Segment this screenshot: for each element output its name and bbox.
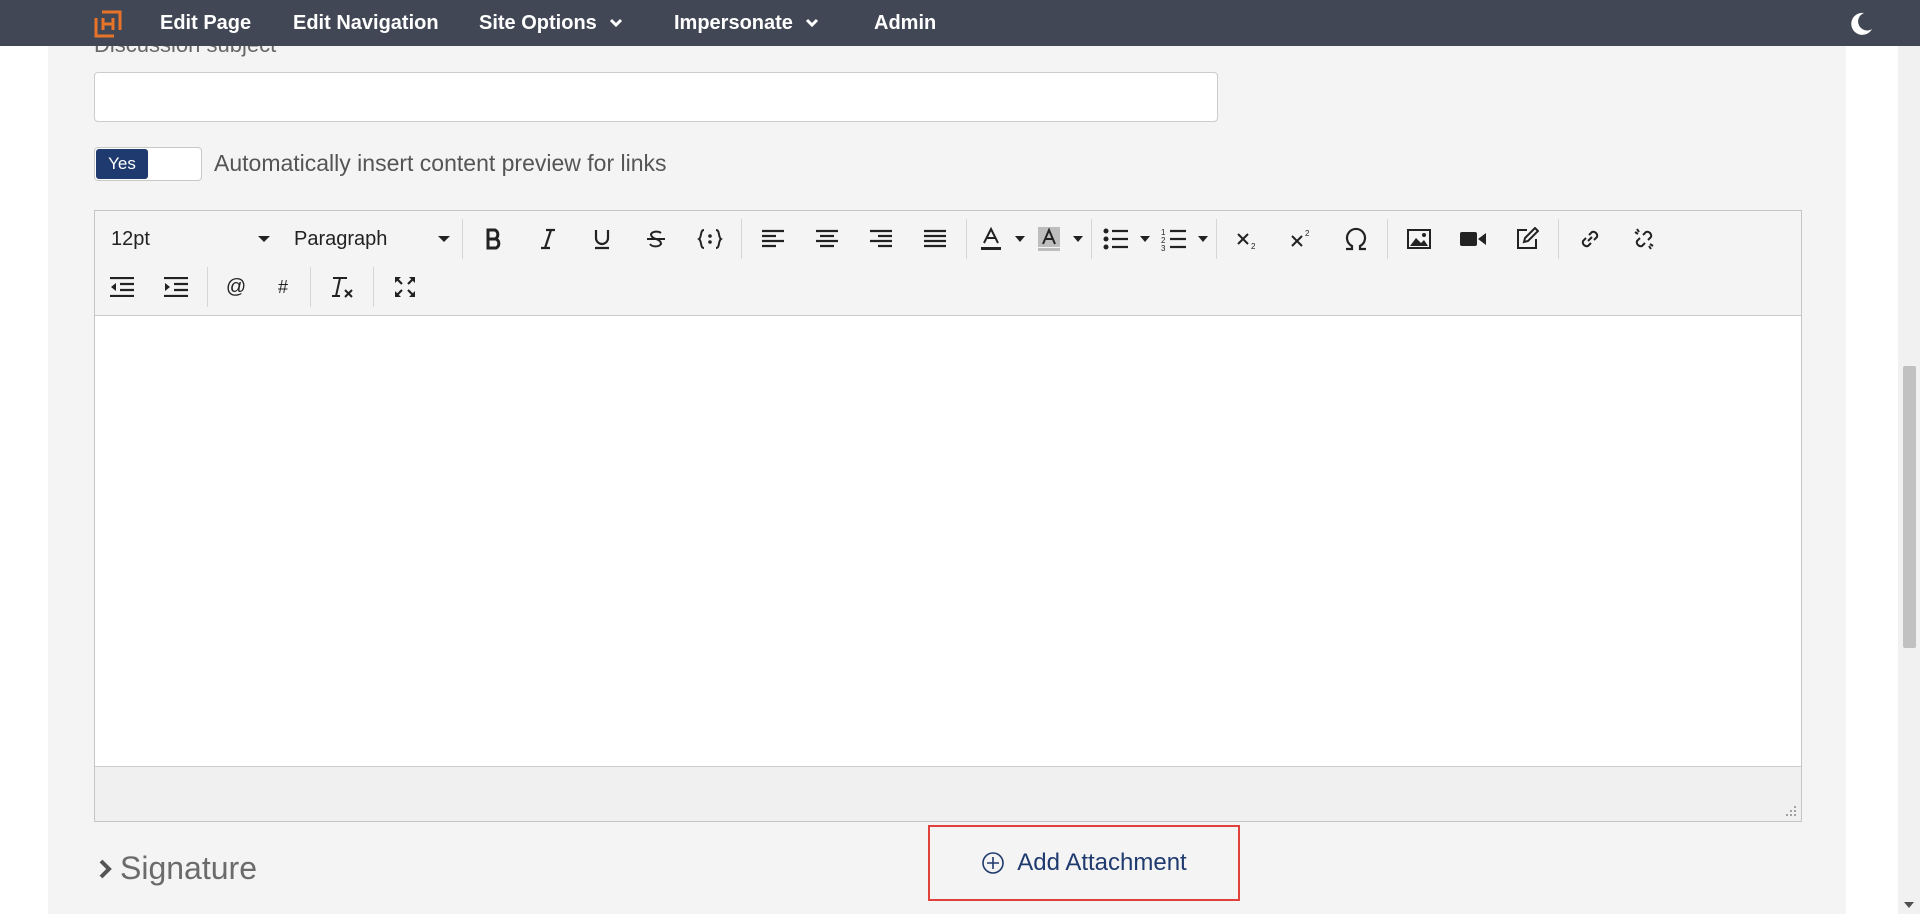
signature-label: Signature — [120, 850, 257, 886]
scroll-down-arrow-icon[interactable] — [1904, 902, 1914, 908]
toggle-label: Automatically insert content preview for… — [214, 150, 667, 176]
toolbar-separator — [1558, 219, 1559, 259]
unlink-icon[interactable] — [1617, 219, 1671, 259]
superscript-icon[interactable]: 2 — [1275, 219, 1329, 259]
align-center-icon[interactable] — [800, 219, 854, 259]
svg-text:2: 2 — [1251, 242, 1256, 250]
bullet-list-caret[interactable] — [1136, 219, 1154, 259]
caret-down-icon — [438, 236, 450, 242]
svg-text:3: 3 — [1161, 244, 1166, 251]
nav-edit-navigation[interactable]: Edit Navigation — [293, 0, 439, 46]
chevron-down-icon — [805, 18, 819, 28]
chevron-right-icon — [99, 859, 112, 878]
subscript-icon[interactable]: 2 — [1221, 219, 1275, 259]
code-icon[interactable] — [683, 219, 737, 259]
block-format-value: Paragraph — [294, 227, 388, 250]
toolbar-separator — [1091, 219, 1092, 259]
top-navbar: Edit Page Edit Navigation Site Options I… — [0, 0, 1920, 46]
nav-site-options[interactable]: Site Options — [479, 0, 623, 46]
text-color-icon[interactable] — [971, 219, 1011, 259]
editor-content-area[interactable] — [95, 316, 1801, 766]
toolbar-separator — [966, 219, 967, 259]
bullet-list-icon[interactable] — [1096, 219, 1136, 259]
indent-icon[interactable] — [149, 267, 203, 307]
toggle-yes: Yes — [96, 149, 148, 179]
toolbar-separator — [462, 219, 463, 259]
toolbar-separator — [207, 267, 208, 307]
nav-label: Edit Navigation — [293, 11, 439, 34]
strikethrough-icon[interactable] — [629, 219, 683, 259]
italic-icon[interactable] — [521, 219, 575, 259]
add-attachment-button[interactable]: Add Attachment — [981, 849, 1187, 877]
site-logo-icon[interactable] — [92, 8, 124, 40]
rich-text-editor: 12pt Paragraph 123 2 2 @ # — [94, 210, 1802, 822]
block-format-select[interactable]: Paragraph — [278, 219, 458, 259]
highlight-color-caret[interactable] — [1069, 219, 1087, 259]
underline-icon[interactable] — [575, 219, 629, 259]
chevron-down-icon — [609, 18, 623, 28]
numbered-list-icon[interactable]: 123 — [1154, 219, 1194, 259]
clear-format-icon[interactable] — [315, 267, 369, 307]
toolbar-separator — [1216, 219, 1217, 259]
editor-statusbar — [95, 766, 1801, 821]
dark-mode-moon-icon[interactable] — [1848, 11, 1874, 37]
image-icon[interactable] — [1392, 219, 1446, 259]
link-icon[interactable] — [1563, 219, 1617, 259]
page-scrollbar[interactable] — [1898, 46, 1920, 914]
outdent-icon[interactable] — [95, 267, 149, 307]
nav-admin[interactable]: Admin — [874, 0, 936, 46]
link-preview-toggle[interactable]: Yes — [94, 147, 202, 181]
align-right-icon[interactable] — [854, 219, 908, 259]
plus-circle-icon — [982, 852, 1005, 874]
align-left-icon[interactable] — [746, 219, 800, 259]
text-color-caret[interactable] — [1011, 219, 1029, 259]
fullscreen-icon[interactable] — [378, 267, 432, 307]
caret-down-icon — [258, 236, 270, 242]
resize-handle-icon[interactable] — [1785, 805, 1797, 817]
edit-icon[interactable] — [1500, 219, 1554, 259]
toolbar-separator — [1387, 219, 1388, 259]
add-attachment-label: Add Attachment — [1017, 849, 1187, 876]
toolbar-row-2: @ # — [95, 263, 432, 311]
nav-label: Site Options — [479, 11, 597, 34]
scrollbar-thumb[interactable] — [1903, 366, 1916, 648]
highlight-color-icon[interactable] — [1029, 219, 1069, 259]
align-justify-icon[interactable] — [908, 219, 962, 259]
numbered-list-caret[interactable] — [1194, 219, 1212, 259]
toolbar-separator — [373, 267, 374, 307]
toolbar-separator — [741, 219, 742, 259]
font-size-select[interactable]: 12pt — [95, 219, 278, 259]
nav-edit-page[interactable]: Edit Page — [160, 0, 251, 46]
nav-label: Impersonate — [674, 11, 793, 34]
editor-toolbar: 12pt Paragraph 123 2 2 @ # — [95, 211, 1801, 316]
svg-text:2: 2 — [1305, 229, 1310, 238]
subject-input[interactable] — [94, 72, 1218, 122]
toolbar-separator — [310, 267, 311, 307]
toolbar-row-1: 12pt Paragraph 123 2 2 — [95, 215, 1671, 263]
nav-impersonate[interactable]: Impersonate — [674, 0, 819, 46]
add-attachment-highlight: Add Attachment — [928, 825, 1240, 901]
nav-label: Admin — [874, 11, 937, 34]
nav-label: Edit Page — [160, 11, 252, 34]
mention-icon[interactable]: @ — [212, 267, 260, 307]
signature-toggle[interactable]: Signature — [98, 850, 257, 887]
special-character-omega-icon[interactable] — [1329, 219, 1383, 259]
video-icon[interactable] — [1446, 219, 1500, 259]
bold-icon[interactable] — [467, 219, 521, 259]
font-size-value: 12pt — [111, 227, 150, 250]
hashtag-icon[interactable]: # — [260, 267, 306, 307]
mention-glyph: @ — [225, 275, 247, 298]
hashtag-glyph: # — [277, 276, 288, 297]
